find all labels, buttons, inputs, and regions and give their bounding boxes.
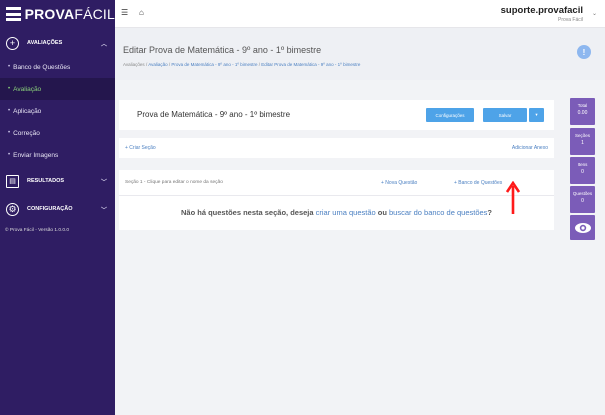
dot-icon: • — [8, 64, 11, 70]
plus-circle-icon: + — [6, 36, 19, 50]
stat-questoes: Questões 0 — [570, 186, 595, 213]
sidebar-group-avaliacoes[interactable]: + AVALIAÇÕES ︿ — [0, 30, 115, 56]
breadcrumb-root[interactable]: Avaliações — [123, 62, 145, 67]
user-menu[interactable]: suporte.provafacil Prova Fácil — [501, 5, 583, 23]
sidebar-item-label: Enviar Imagens — [13, 151, 59, 159]
stat-label: Total — [577, 103, 588, 108]
sidebar-group-label: CONFIGURAÇÃO — [27, 206, 73, 212]
chart-icon: ▤ — [6, 174, 19, 188]
stat-value: 0.00 — [577, 110, 588, 116]
topbar: ☰ ⌂ suporte.provafacil Prova Fácil ⌄ — [115, 0, 605, 28]
stat-label: Itens — [577, 162, 588, 167]
dot-icon: • — [8, 152, 11, 158]
message-text: ou — [375, 208, 390, 217]
chevron-down-icon: ﹀ — [100, 179, 107, 186]
exam-header-panel: Prova de Matemática - 9º ano - 1º bimest… — [119, 100, 554, 130]
chevron-down-icon: ﹀ — [100, 207, 107, 214]
add-attachment-link[interactable]: Adicionar Anexo — [512, 145, 548, 151]
save-dropdown-button[interactable]: ▾ — [529, 108, 544, 122]
breadcrumb: Avaliações / Avaliação / Prova de Matemá… — [123, 62, 360, 67]
dot-icon: • — [8, 130, 11, 136]
breadcrumb-link[interactable]: Editar Prova de Matemática - 9º ano - 1º… — [261, 62, 360, 67]
create-section-link[interactable]: + Criar Seção — [125, 145, 156, 151]
dot-icon: • — [8, 108, 11, 114]
section-actions-panel: + Criar Seção Adicionar Anexo — [119, 138, 554, 158]
section-panel: Seção 1 - Clique para editar o nome da s… — [119, 170, 554, 230]
gear-icon: ⚙ — [6, 202, 19, 216]
save-button[interactable]: Salvar — [483, 108, 527, 122]
exam-title: Prova de Matemática - 9º ano - 1º bimest… — [137, 110, 291, 119]
sidebar-item-label: Aplicação — [13, 107, 42, 115]
sidebar-group-label: RESULTADOS — [27, 178, 65, 184]
stat-label: Seções — [574, 133, 590, 138]
question-bank-link[interactable]: + Banco de Questões — [454, 180, 502, 186]
chevron-down-icon: ▾ — [535, 112, 538, 117]
stat-itens: Itens 0 — [570, 157, 595, 184]
new-question-link[interactable]: + Nova Questão — [381, 180, 417, 186]
sidebar-item-label: Avaliação — [13, 85, 42, 93]
brand-thin: FÁCIL — [74, 6, 115, 22]
sidebar-item-label: Correção — [13, 129, 40, 137]
page-header: Editar Prova de Matemática - 9º ano - 1º… — [115, 28, 605, 80]
home-icon[interactable]: ⌂ — [139, 8, 144, 17]
logo[interactable]: PROVAFÁCIL — [0, 0, 115, 28]
list-icon — [6, 7, 21, 21]
breadcrumb-link[interactable]: Avaliação — [148, 62, 167, 67]
stat-secoes: Seções 1 — [570, 128, 595, 155]
sidebar-group-label: AVALIAÇÕES — [27, 40, 63, 46]
section-name[interactable]: Seção 1 - Clique para editar o nome da s… — [125, 180, 223, 185]
page-title: Editar Prova de Matemática - 9º ano - 1º… — [123, 45, 322, 55]
stat-value: 1 — [581, 140, 584, 146]
sidebar-item-label: Banco de Questões — [13, 63, 71, 71]
sidebar: PROVAFÁCIL + AVALIAÇÕES ︿ • Banco de Ques… — [0, 0, 115, 415]
message-text: ? — [487, 208, 493, 217]
preview-button[interactable] — [570, 215, 595, 240]
chevron-up-icon: ︿ — [100, 41, 107, 48]
user-subtitle: Prova Fácil — [557, 17, 583, 23]
breadcrumb-link[interactable]: Prova de Matemática - 9º ano - 1º bimest… — [171, 62, 257, 67]
sidebar-item-banco-de-questoes[interactable]: • Banco de Questões — [0, 56, 115, 78]
sidebar-group-resultados[interactable]: ▤ RESULTADOS ﹀ — [0, 168, 115, 194]
stat-value: 0 — [581, 169, 584, 175]
message-text: Não há questões nesta seção, deseja — [180, 208, 316, 217]
info-icon[interactable]: ! — [577, 45, 591, 59]
eye-icon — [574, 222, 591, 233]
menu-toggle-icon[interactable]: ☰ — [121, 8, 128, 17]
search-bank-link[interactable]: buscar do banco de questões — [389, 208, 487, 217]
stat-label: Questões — [572, 191, 593, 196]
create-question-link[interactable]: criar uma questão — [316, 208, 376, 217]
stat-total: Total 0.00 — [570, 98, 595, 125]
user-name: suporte.provafacil — [500, 5, 583, 16]
config-button[interactable]: Configurações — [426, 108, 474, 122]
red-arrow-annotation — [506, 181, 520, 214]
brand-bold: PROVA — [24, 6, 75, 22]
sidebar-group-configuracao[interactable]: ⚙ CONFIGURAÇÃO ﹀ — [0, 196, 115, 222]
sidebar-item-avaliacao[interactable]: • Avaliação — [0, 78, 115, 100]
version-text: © Prova Fácil - Versão 1.0.0.0 — [5, 228, 70, 233]
dot-icon: • — [8, 86, 11, 92]
sidebar-item-enviar-imagens[interactable]: • Enviar Imagens — [0, 144, 115, 166]
stat-value: 0 — [581, 198, 584, 204]
chevron-down-icon[interactable]: ⌄ — [592, 10, 597, 17]
sidebar-item-correcao[interactable]: • Correção — [0, 122, 115, 144]
sidebar-item-aplicacao[interactable]: • Aplicação — [0, 100, 115, 122]
section-header: Seção 1 - Clique para editar o nome da s… — [119, 170, 554, 196]
empty-section-message: Não há questões nesta seção, deseja cria… — [119, 208, 554, 217]
